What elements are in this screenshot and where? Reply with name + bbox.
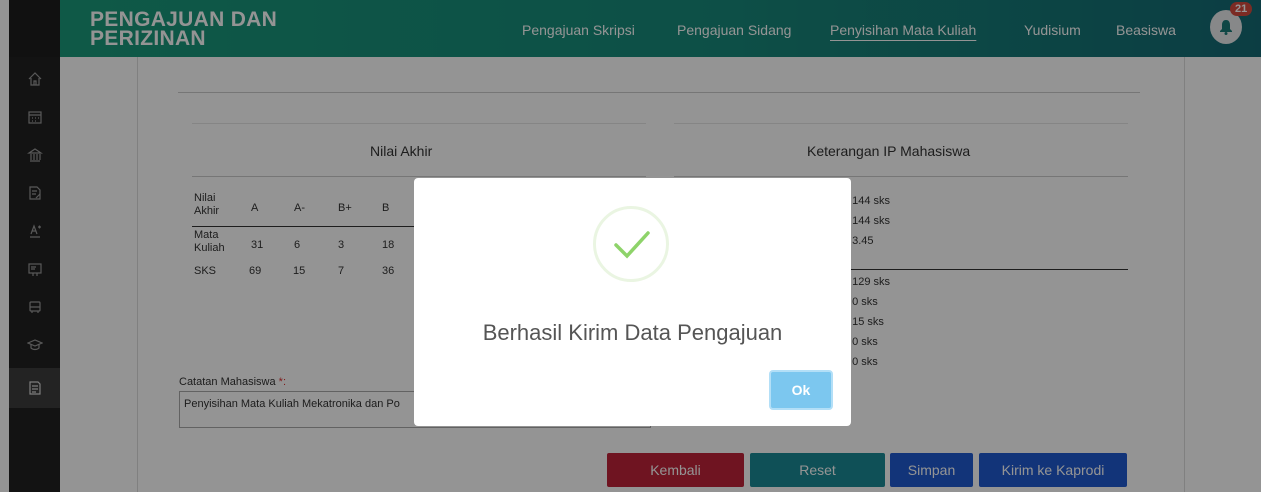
- success-dialog: Berhasil Kirim Data Pengajuan Ok: [414, 178, 851, 426]
- ok-button[interactable]: Ok: [769, 370, 833, 410]
- success-check-icon: [593, 206, 669, 282]
- dialog-title: Berhasil Kirim Data Pengajuan: [482, 320, 783, 345]
